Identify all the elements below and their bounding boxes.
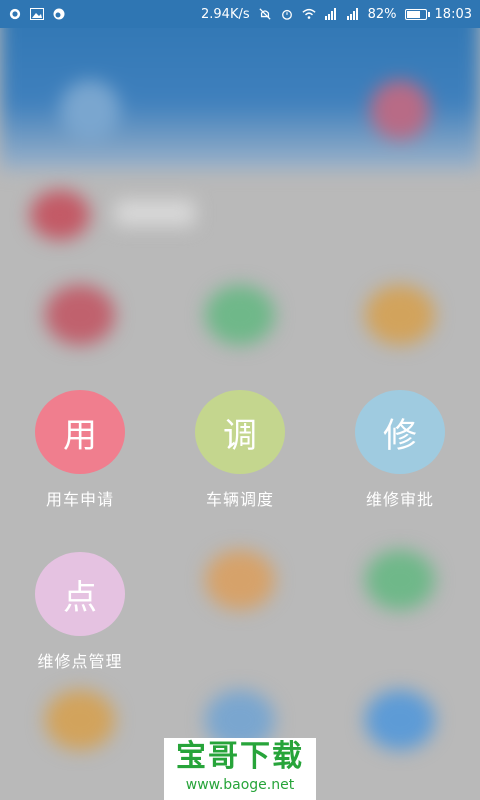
background-blob xyxy=(45,285,115,345)
background-blob xyxy=(205,550,275,610)
menu-item-label: 车辆调度 xyxy=(205,490,274,509)
background-blob xyxy=(370,80,430,140)
alarm-icon xyxy=(281,9,292,20)
menu-item-label: 维修点管理 xyxy=(37,652,123,671)
background-blob xyxy=(45,690,115,750)
background-blob xyxy=(205,285,275,345)
menu-item-vehicle-dispatch[interactable]: 调 车辆调度 xyxy=(175,390,305,510)
vehicle-request-icon[interactable]: 用 xyxy=(35,390,125,474)
network-speed: 2.94K/s xyxy=(201,6,250,22)
status-bar: 2.94K/s 82% 18:03 xyxy=(0,0,480,28)
mute-icon xyxy=(259,8,271,20)
battery-fill xyxy=(406,10,421,18)
cloud-icon xyxy=(53,8,65,20)
background-blob xyxy=(60,80,120,140)
background-bar xyxy=(115,200,195,226)
menu-item-label: 维修审批 xyxy=(365,490,434,509)
watermark: 宝哥下载 www.baoge.net xyxy=(164,738,316,800)
signal-icon xyxy=(346,8,358,20)
menu-item-vehicle-request[interactable]: 用 用车申请 xyxy=(15,390,145,510)
menu-item-label: 用车申请 xyxy=(45,490,114,509)
image-icon xyxy=(30,8,44,20)
battery-icon xyxy=(404,8,430,20)
signal-icon xyxy=(324,8,336,20)
background-blob xyxy=(365,550,435,610)
background-blob xyxy=(365,690,435,750)
battery-percent: 82% xyxy=(367,6,397,22)
vehicle-dispatch-icon[interactable]: 调 xyxy=(195,390,285,474)
menu-item-repair-approval[interactable]: 修 维修审批 xyxy=(335,390,465,510)
clock: 18:03 xyxy=(434,6,472,22)
share-icon xyxy=(9,8,21,20)
wifi-icon xyxy=(302,8,316,19)
watermark-title: 宝哥下载 xyxy=(176,739,304,774)
background-blob xyxy=(365,285,435,345)
background-blob xyxy=(30,190,90,240)
menu-item-repair-point-management[interactable]: 点 维修点管理 xyxy=(15,552,145,672)
repair-point-icon[interactable]: 点 xyxy=(35,552,125,636)
repair-approval-icon[interactable]: 修 xyxy=(355,390,445,474)
watermark-url: www.baoge.net xyxy=(185,777,295,793)
